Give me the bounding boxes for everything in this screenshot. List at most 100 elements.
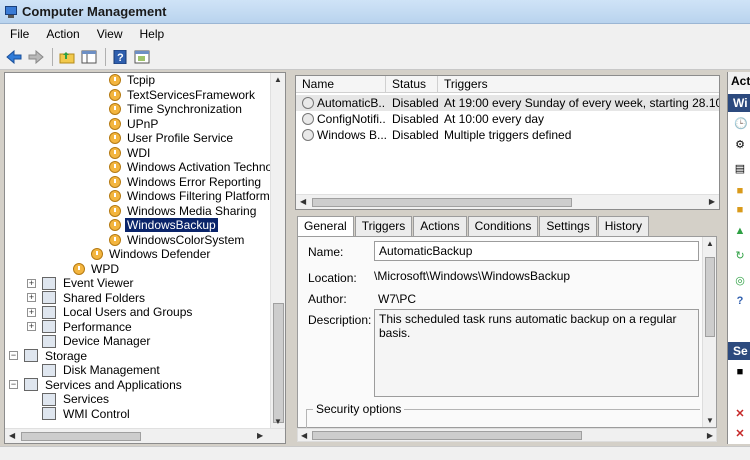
expand-icon[interactable]: +: [27, 278, 36, 288]
tab-triggers[interactable]: Triggers: [354, 216, 413, 236]
expand-icon[interactable]: +: [27, 322, 36, 332]
description-field[interactable]: This scheduled task runs automatic backu…: [374, 309, 699, 397]
scroll-right-icon[interactable]: ▶: [709, 197, 715, 206]
help-icon[interactable]: ?: [110, 47, 130, 67]
scroll-up-icon[interactable]: ▲: [706, 239, 714, 248]
tree-item[interactable]: Windows Media Sharing: [109, 204, 258, 219]
column-triggers[interactable]: Triggers: [438, 76, 719, 93]
tree-item[interactable]: + Performance: [27, 320, 134, 335]
tree-item[interactable]: Tcpip: [109, 73, 157, 88]
menu-help[interactable]: Help: [130, 27, 172, 41]
tree-item[interactable]: + Local Users and Groups: [27, 305, 194, 320]
tab-general[interactable]: General: [297, 216, 354, 237]
tree-item[interactable]: UPnP: [109, 117, 160, 132]
tree-horizontal-scrollbar[interactable]: ◀ ▶: [5, 428, 285, 443]
tree-item[interactable]: + Shared Folders: [27, 291, 147, 306]
task-row[interactable]: AutomaticB... Disabled At 19:00 every Sund…: [296, 95, 719, 111]
tree-item[interactable]: − Storage: [9, 349, 89, 364]
menu-file[interactable]: File: [0, 27, 36, 41]
refresh-icon[interactable]: ↻: [734, 250, 746, 262]
scroll-down-icon[interactable]: ▼: [706, 416, 714, 425]
task-folder-icon: [109, 161, 121, 174]
create-task-icon[interactable]: ⚙: [734, 139, 746, 151]
toolbar-separator: [105, 47, 106, 66]
column-name[interactable]: Name: [296, 76, 386, 93]
scroll-thumb[interactable]: [705, 257, 715, 337]
scroll-thumb[interactable]: [273, 303, 284, 423]
tree-item[interactable]: Windows Filtering Platform: [109, 189, 272, 204]
collapse-icon[interactable]: −: [9, 380, 18, 390]
clock-icon[interactable]: 🕒: [734, 118, 748, 130]
task-folder-icon: [109, 175, 121, 188]
show-hide-tree-icon[interactable]: [79, 47, 99, 67]
expand-icon[interactable]: +: [27, 293, 36, 303]
tree-item[interactable]: Windows Error Reporting: [109, 175, 263, 190]
task-list[interactable]: Name Status Triggers AutomaticB... Disabl…: [295, 75, 720, 210]
tree-item[interactable]: − Services and Applications: [9, 378, 184, 393]
import-task-icon[interactable]: ▤: [734, 163, 746, 175]
scroll-thumb[interactable]: [21, 432, 141, 441]
scroll-left-icon[interactable]: ◀: [300, 197, 306, 206]
tree-item-label: WPD: [91, 261, 119, 276]
tree-item[interactable]: TextServicesFramework: [109, 88, 257, 103]
actions-header: Acti: [728, 72, 750, 90]
collapse-icon[interactable]: −: [9, 351, 18, 361]
scroll-thumb[interactable]: [312, 431, 582, 440]
task-name: ConfigNotifi...: [317, 112, 386, 126]
scroll-left-icon[interactable]: ◀: [301, 431, 307, 440]
back-icon[interactable]: [4, 47, 24, 67]
tree-item[interactable]: Windows Defender: [91, 247, 212, 262]
help-icon[interactable]: ?: [734, 295, 746, 307]
tree-item[interactable]: Windows Activation Technologies: [109, 160, 285, 175]
tree-vertical-scrollbar[interactable]: ▲ ▼: [270, 73, 285, 428]
run-icon[interactable]: ■: [734, 366, 746, 378]
scroll-right-icon[interactable]: ▶: [707, 431, 713, 440]
up-arrow-icon[interactable]: ▲: [734, 225, 746, 237]
scroll-right-icon[interactable]: ▶: [257, 431, 263, 440]
column-status[interactable]: Status: [386, 76, 438, 93]
task-folder-icon: [73, 262, 85, 275]
tree-item-label: Services and Applications: [45, 377, 182, 392]
tree-item[interactable]: WMI Control: [27, 407, 132, 422]
tree-item[interactable]: WindowsBackup: [109, 218, 218, 233]
view-icon[interactable]: ◎: [734, 275, 746, 287]
menu-view[interactable]: View: [87, 27, 130, 41]
tree-item[interactable]: Device Manager: [27, 334, 152, 349]
tree-item[interactable]: User Profile Service: [109, 131, 235, 146]
tab-conditions[interactable]: Conditions: [467, 216, 539, 236]
tree-item[interactable]: Disk Management: [27, 363, 162, 378]
tree-item-label: User Profile Service: [127, 131, 234, 146]
tab-history[interactable]: History: [597, 216, 650, 236]
folder-icon[interactable]: ■: [734, 204, 746, 216]
properties-icon[interactable]: [132, 47, 152, 67]
task-row[interactable]: Windows B... Disabled Multiple triggers de…: [296, 127, 719, 143]
console-tree[interactable]: Tcpip TextServicesFramework Time Synchroni…: [4, 72, 286, 444]
name-field[interactable]: AutomaticBackup: [374, 241, 699, 261]
scroll-up-icon[interactable]: ▲: [274, 75, 282, 84]
scroll-left-icon[interactable]: ◀: [9, 431, 15, 440]
tree-item[interactable]: WindowsColorSystem: [109, 233, 246, 248]
scroll-thumb[interactable]: [312, 198, 572, 207]
detail-horizontal-scrollbar[interactable]: ◀ ▶: [297, 428, 717, 442]
snapin-icon: [24, 349, 38, 363]
tree-item[interactable]: Services: [27, 392, 111, 407]
tree-item[interactable]: Time Synchronization: [109, 102, 244, 117]
up-folder-icon[interactable]: [57, 47, 77, 67]
forward-icon[interactable]: [26, 47, 46, 67]
folder-icon[interactable]: ■: [734, 185, 746, 197]
detail-vertical-scrollbar[interactable]: ▲ ▼: [702, 237, 716, 427]
delete-icon[interactable]: ✕: [734, 408, 746, 420]
tree-item[interactable]: WPD: [73, 262, 121, 277]
menu-action[interactable]: Action: [36, 27, 86, 41]
selected-item-section-header[interactable]: Se: [728, 342, 750, 360]
scroll-down-icon[interactable]: ▼: [274, 417, 282, 426]
task-list-horizontal-scrollbar[interactable]: ◀ ▶: [296, 194, 719, 209]
delete-icon[interactable]: ✕: [734, 428, 746, 440]
actions-section-header[interactable]: Wi: [728, 94, 750, 112]
tree-item[interactable]: WDI: [109, 146, 152, 161]
tab-actions[interactable]: Actions: [413, 216, 467, 236]
expand-icon[interactable]: +: [27, 307, 36, 317]
task-row[interactable]: ConfigNotifi... Disabled At 10:00 every da…: [296, 111, 719, 127]
tree-item[interactable]: + Event Viewer: [27, 276, 135, 291]
tab-settings[interactable]: Settings: [539, 216, 597, 236]
